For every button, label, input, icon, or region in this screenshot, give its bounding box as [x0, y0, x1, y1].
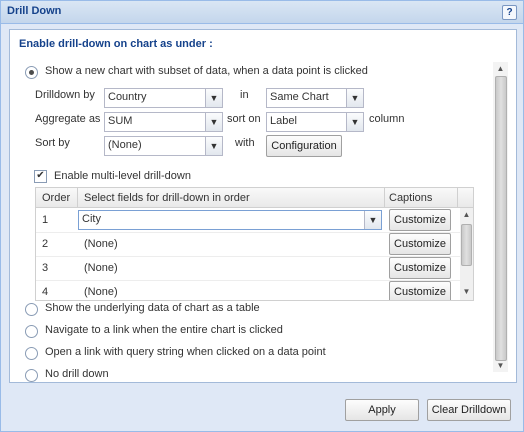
sort-on-value: Label [270, 115, 297, 127]
header-fields: Select fields for drill-down in order [84, 192, 250, 204]
header-captions: Captions [389, 192, 433, 204]
dialog-body: Enable drill-down on chart as under : Sh… [9, 29, 517, 383]
multilevel-label: Enable multi-level drill-down [54, 170, 191, 182]
row-order: 1 [42, 214, 49, 226]
help-icon[interactable]: ? [502, 5, 517, 20]
radio-show-subset[interactable] [25, 66, 38, 79]
customize-button[interactable]: Customize [389, 233, 451, 255]
header-separator [457, 188, 458, 207]
chevron-down-icon[interactable]: ▼ [205, 137, 222, 155]
customize-button[interactable]: Customize [389, 257, 451, 279]
row-order: 4 [42, 286, 49, 298]
field-value[interactable]: (None) [84, 262, 118, 274]
section-heading: Enable drill-down on chart as under : [19, 38, 213, 50]
option-no-drill-label: No drill down [45, 368, 109, 380]
table-row[interactable]: 2 (None) Customize [36, 232, 473, 257]
body-scrollbar[interactable]: ▲ ▼ [493, 62, 508, 372]
clear-drilldown-button[interactable]: Clear Drilldown [427, 399, 511, 421]
aggregate-select[interactable]: SUM ▼ [104, 112, 223, 132]
row-order: 2 [42, 238, 49, 250]
option-query-link-label: Open a link with query string when click… [45, 346, 326, 358]
scroll-down-icon[interactable]: ▼ [495, 360, 506, 371]
dialog-titlebar[interactable]: Drill Down ? [1, 1, 523, 24]
drilldown-by-label: Drilldown by [35, 89, 95, 101]
in-label: in [240, 89, 249, 101]
sort-by-label: Sort by [35, 137, 70, 149]
radio-query-link[interactable] [25, 347, 38, 360]
column-label: column [369, 113, 405, 125]
with-label: with [235, 137, 255, 149]
chevron-down-icon[interactable]: ▼ [346, 113, 363, 131]
grid-header: Order Select fields for drill-down in or… [36, 188, 473, 208]
dialog-footer: Apply Clear Drilldown [1, 392, 523, 431]
table-row[interactable]: 1 City ▼ Customize [36, 208, 473, 233]
field-value: City [82, 213, 101, 225]
header-separator [77, 188, 78, 207]
row-order: 3 [42, 262, 49, 274]
apply-button[interactable]: Apply [345, 399, 419, 421]
multilevel-checkbox[interactable]: ✔ [34, 170, 47, 183]
grid-scrollbar-thumb[interactable] [461, 224, 472, 266]
drilldown-by-select[interactable]: Country ▼ [104, 88, 223, 108]
header-order: Order [42, 192, 71, 204]
field-value[interactable]: (None) [84, 238, 118, 250]
sort-on-label: sort on [227, 113, 261, 125]
configuration-button[interactable]: Configuration [266, 135, 342, 157]
option-navigate-link-label: Navigate to a link when the entire chart… [45, 324, 283, 336]
field-select[interactable]: City ▼ [78, 210, 382, 230]
radio-underlying-table[interactable] [25, 303, 38, 316]
body-scrollbar-thumb[interactable] [495, 76, 507, 361]
drill-down-dialog: Drill Down ? Enable drill-down on chart … [0, 0, 524, 432]
customize-button[interactable]: Customize [389, 281, 451, 300]
radio-no-drill[interactable] [25, 369, 38, 382]
sort-by-select[interactable]: (None) ▼ [104, 136, 223, 156]
chevron-down-icon[interactable]: ▼ [364, 211, 381, 229]
drilldown-by-value: Country [108, 91, 147, 103]
scroll-up-icon[interactable]: ▲ [461, 209, 472, 220]
grid-scrollbar[interactable]: ▲ ▼ [460, 208, 473, 300]
field-value[interactable]: (None) [84, 286, 118, 298]
chevron-down-icon[interactable]: ▼ [346, 89, 363, 107]
in-select[interactable]: Same Chart ▼ [266, 88, 364, 108]
aggregate-label: Aggregate as [35, 113, 101, 125]
scroll-up-icon[interactable]: ▲ [495, 63, 506, 74]
table-row[interactable]: 4 (None) Customize [36, 280, 473, 300]
header-separator [384, 188, 385, 207]
customize-button[interactable]: Customize [389, 209, 451, 231]
table-row[interactable]: 3 (None) Customize [36, 256, 473, 281]
aggregate-value: SUM [108, 115, 133, 127]
sort-by-value: (None) [108, 139, 142, 151]
radio-navigate-link[interactable] [25, 325, 38, 338]
sort-on-select[interactable]: Label ▼ [266, 112, 364, 132]
dialog-title: Drill Down [7, 5, 62, 17]
scroll-down-icon[interactable]: ▼ [461, 286, 472, 297]
option-underlying-table-label: Show the underlying data of chart as a t… [45, 302, 260, 314]
chevron-down-icon[interactable]: ▼ [205, 89, 222, 107]
in-value: Same Chart [270, 91, 329, 103]
option-show-subset-label: Show a new chart with subset of data, wh… [45, 65, 368, 77]
chevron-down-icon[interactable]: ▼ [205, 113, 222, 131]
drilldown-fields-grid: Order Select fields for drill-down in or… [35, 187, 474, 301]
